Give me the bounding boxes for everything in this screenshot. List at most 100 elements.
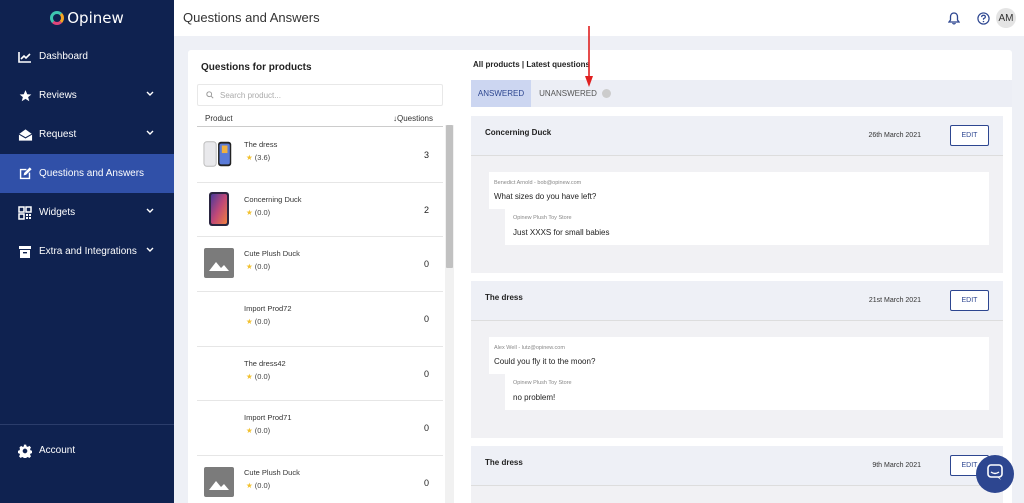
products-scrollbar[interactable]	[445, 125, 454, 503]
question-card-header: The dress 21st March 2021 EDIT	[471, 281, 1003, 321]
questions-panel-heading: All products | Latest questions	[473, 60, 590, 69]
question-count: 0	[423, 478, 429, 489]
sidebar-item-reviews[interactable]: Reviews	[0, 76, 174, 115]
image-placeholder-icon	[203, 247, 235, 279]
product-name: Import Prod71	[244, 413, 292, 423]
help-icon[interactable]	[975, 10, 991, 26]
logo-text: Opinew	[67, 9, 124, 27]
sidebar-item-label: Extra and Integrations	[39, 246, 137, 257]
product-name: Concerning Duck	[244, 194, 302, 204]
product-name: The dress	[244, 140, 278, 149]
products-table-header: Product ↓Questions	[197, 110, 443, 127]
question-product-name: The dress	[485, 458, 523, 467]
scrollbar-thumb[interactable]	[446, 125, 453, 268]
edit-icon	[17, 166, 33, 182]
question-body: Alex Well - lutz@opinew.com Could you fl…	[471, 321, 1003, 420]
question-count: 0	[423, 368, 429, 379]
product-rating: ★ (0.0)	[246, 208, 270, 217]
product-row[interactable]: Import Prod71 ★ (0.0) 0	[197, 401, 443, 457]
bell-icon[interactable]	[946, 10, 962, 26]
sidebar-item-label: Dashboard	[39, 51, 88, 62]
questions-tabs: ANSWERED UNANSWERED	[471, 80, 1012, 107]
question-card: Concerning Duck 26th March 2021 EDIT Ben…	[471, 116, 1003, 273]
product-name: Cute Plush Duck	[244, 468, 300, 478]
tab-unanswered[interactable]: UNANSWERED	[533, 80, 617, 107]
question-author: Benedict Arnold - bob@opinew.com	[494, 180, 582, 186]
archive-icon	[17, 244, 33, 260]
answer-author: Opinew Plush Toy Store	[513, 215, 572, 221]
sidebar-item-label: Questions and Answers	[39, 168, 145, 179]
question-date: 26th March 2021	[868, 132, 921, 139]
sidebar: Opinew Dashboard Reviews Request Questio…	[0, 0, 174, 503]
sidebar-item-extra-and-integrations[interactable]: Extra and Integrations	[0, 232, 174, 271]
avatar[interactable]: AM	[996, 8, 1016, 28]
question-card-header: Concerning Duck 26th March 2021 EDIT	[471, 116, 1003, 156]
tab-answered[interactable]: ANSWERED	[471, 80, 531, 107]
col-product-header[interactable]: Product	[205, 114, 233, 123]
question-product-name: The dress	[485, 293, 523, 302]
products-panel-title: Questions for products	[201, 62, 312, 73]
sidebar-nav: Dashboard Reviews Request Questions and …	[0, 37, 174, 271]
gear-icon	[17, 443, 33, 459]
count-badge	[601, 89, 611, 98]
question-text: What sizes do you have left?	[494, 192, 597, 201]
question-count: 0	[423, 423, 429, 434]
col-questions-header[interactable]: ↓Questions	[393, 114, 433, 123]
question-date: 21st March 2021	[868, 297, 921, 304]
chevron-down-icon	[146, 245, 154, 256]
rating-value: (3.6)	[254, 153, 271, 162]
logo[interactable]: Opinew	[0, 0, 174, 36]
answer-text: no problem!	[513, 393, 556, 402]
sidebar-item-widgets[interactable]: Widgets	[0, 193, 174, 232]
star-icon: ★	[246, 153, 253, 162]
chevron-down-icon	[146, 128, 154, 139]
question-count: 0	[423, 259, 429, 270]
product-name: Cute Plush Duck	[244, 249, 300, 259]
chat-launcher-button[interactable]	[976, 455, 1014, 493]
qr-icon	[17, 205, 33, 221]
star-icon: ★	[246, 317, 253, 327]
product-row[interactable]: The dress ★ (3.6) 3	[197, 128, 443, 183]
question-author: Alex Well - lutz@opinew.com	[494, 345, 565, 351]
product-row[interactable]: Cute Plush Duck ★ (0.0) 0	[197, 456, 443, 503]
sidebar-account: Account	[0, 431, 174, 470]
product-row[interactable]: Import Prod72 ★ (0.0) 0	[197, 292, 443, 347]
rating-value: (0.0)	[254, 426, 271, 436]
product-image-phone	[203, 191, 235, 226]
sidebar-item-dashboard[interactable]: Dashboard	[0, 37, 174, 76]
product-rating: ★ (0.0)	[246, 372, 270, 381]
product-row[interactable]: Concerning Duck ★ (0.0) 2	[197, 183, 443, 238]
sidebar-item-account[interactable]: Account	[0, 431, 174, 470]
edit-button[interactable]: EDIT	[950, 125, 989, 146]
sidebar-item-request[interactable]: Request	[0, 115, 174, 154]
search-input[interactable]	[220, 90, 420, 100]
sidebar-divider	[0, 424, 174, 425]
sidebar-item-label: Reviews	[39, 90, 77, 101]
search-box	[197, 84, 443, 106]
question-message: Alex Well - lutz@opinew.com Could you fl…	[489, 337, 989, 374]
question-count: 3	[423, 150, 429, 160]
question-text: Could you fly it to the moon?	[494, 357, 596, 366]
question-count: 0	[423, 314, 429, 325]
product-rating: ★ (0.0)	[246, 481, 270, 490]
product-row[interactable]: The dress42 ★ (0.0) 0	[197, 347, 443, 402]
star-icon: ★	[246, 262, 253, 272]
sidebar-item-questions-and-answers[interactable]: Questions and Answers	[0, 154, 174, 193]
question-body: Benedict Arnold - bob@opinew.com What si…	[471, 156, 1003, 255]
chat-bubble-icon	[986, 463, 1004, 486]
question-card: The dress 21st March 2021 EDIT Alex Well…	[471, 281, 1003, 438]
product-name: Import Prod72	[244, 304, 292, 314]
question-product-name: Concerning Duck	[485, 128, 552, 137]
page-title: Questions and Answers	[183, 10, 320, 25]
product-row[interactable]: Cute Plush Duck ★ (0.0) 0	[197, 237, 443, 293]
red-arrow-annotation	[585, 26, 593, 87]
chart-line-icon	[17, 49, 33, 65]
answer-message: Opinew Plush Toy Store Just XXXS for sma…	[505, 209, 989, 245]
col-questions-label: Questions	[396, 114, 433, 123]
rating-value: (0.0)	[254, 262, 271, 272]
question-card-header: The dress 9th March 2021 EDIT	[471, 446, 1003, 486]
star-icon: ★	[246, 426, 253, 436]
edit-button[interactable]: EDIT	[950, 290, 989, 311]
envelope-open-icon	[17, 127, 33, 143]
chevron-down-icon	[146, 206, 154, 217]
